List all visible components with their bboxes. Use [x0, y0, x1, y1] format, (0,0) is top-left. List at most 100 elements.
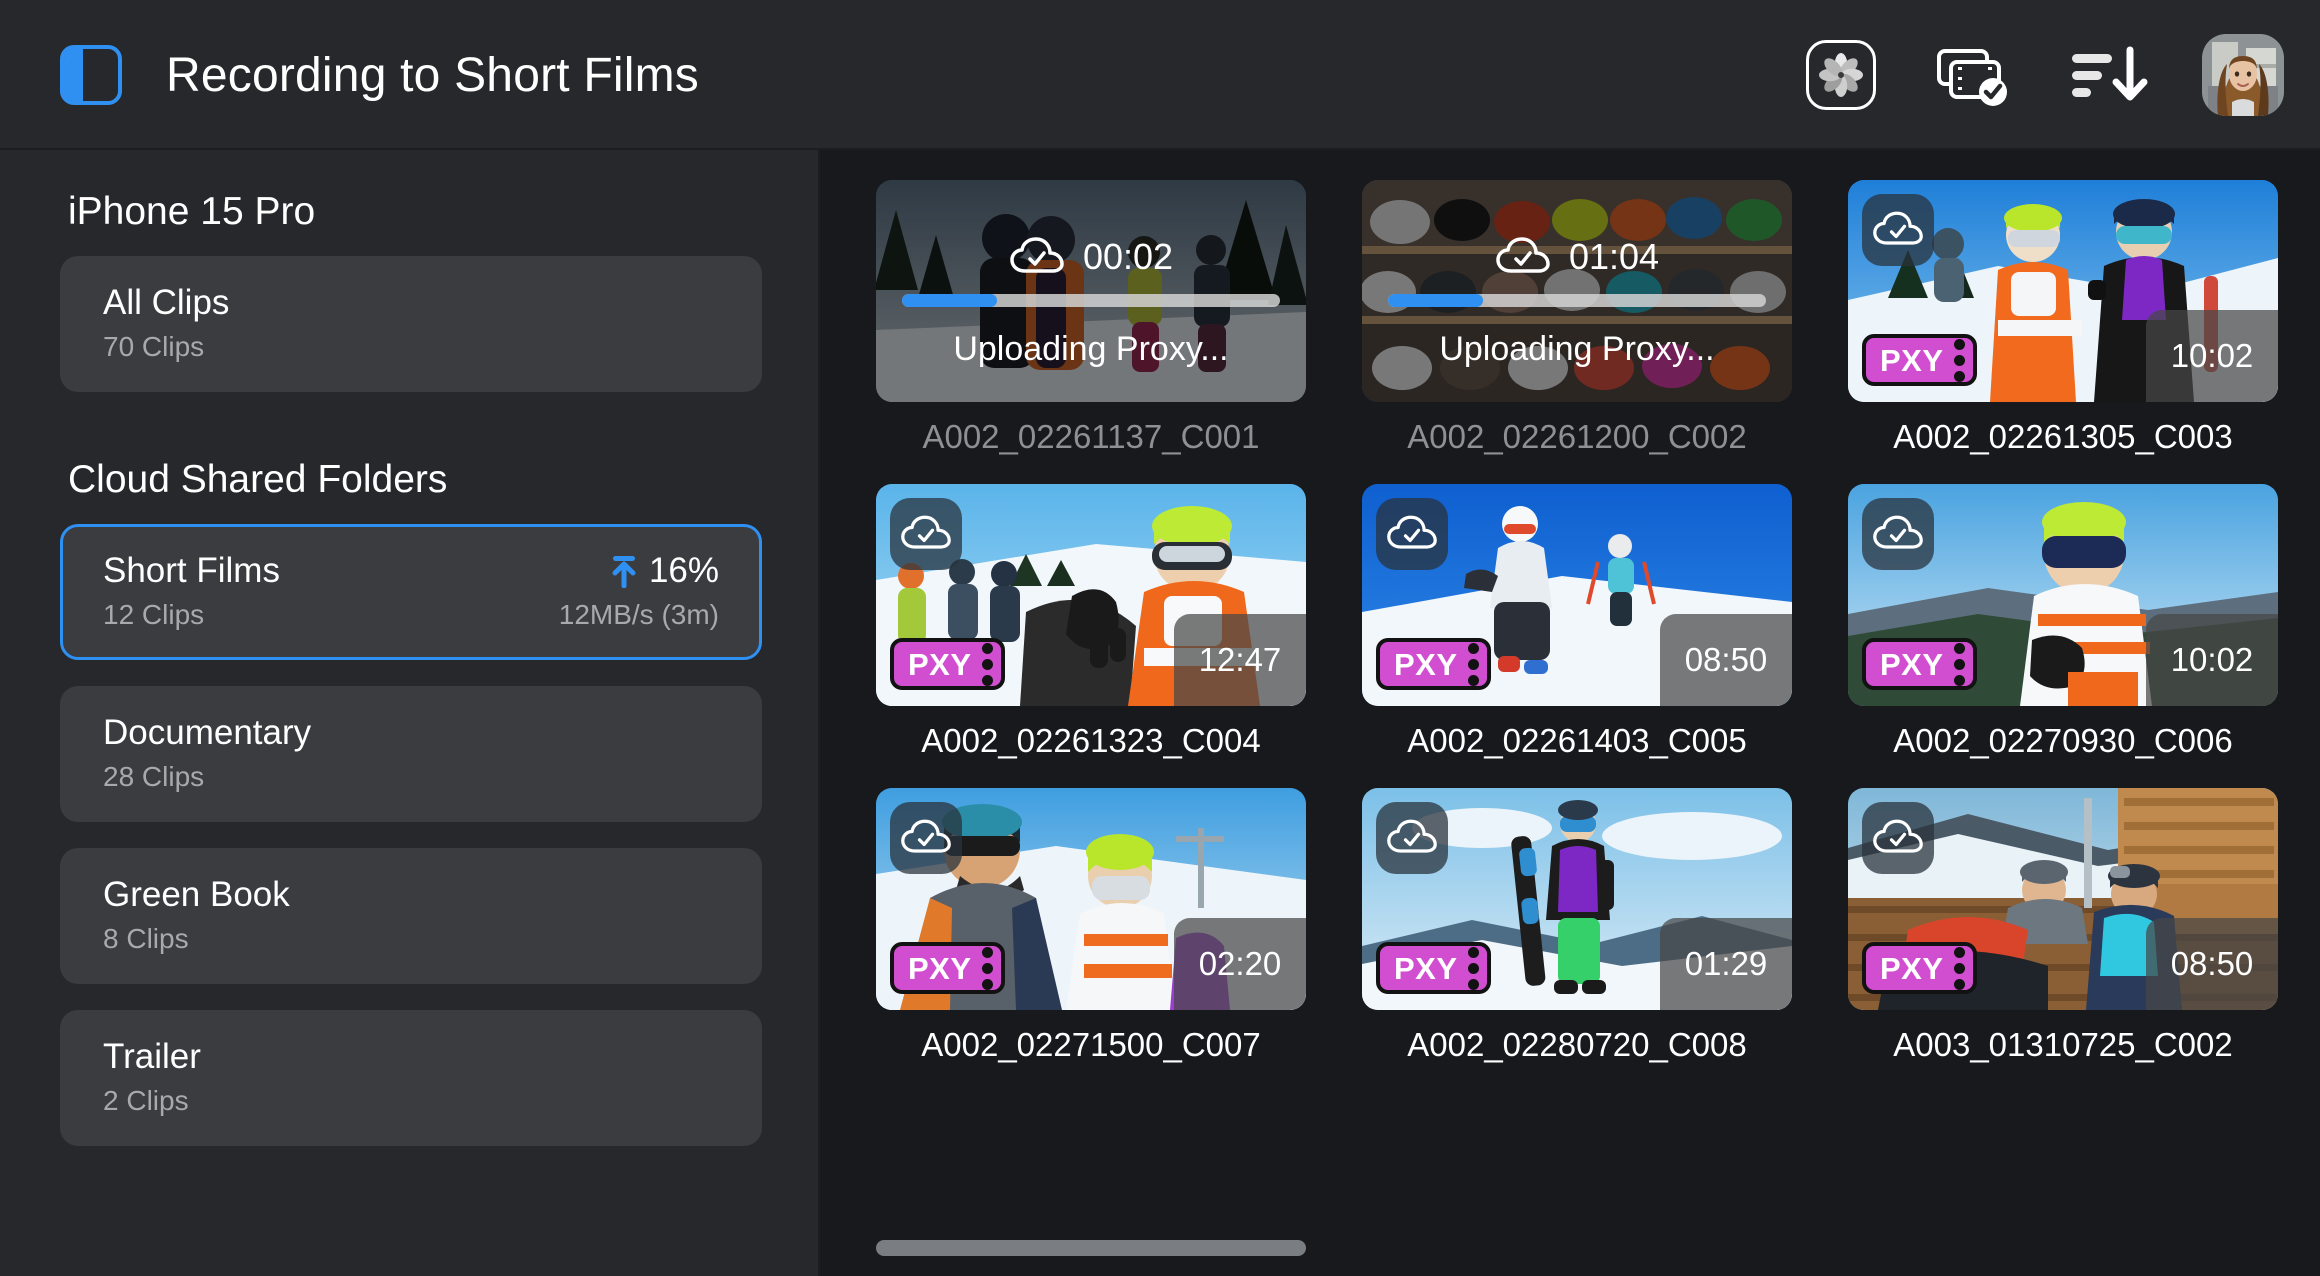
clip-filename: A002_02261403_C005 [1407, 722, 1747, 759]
sort-descending-glyph [2072, 46, 2148, 101]
clip-duration: 10:02 [2146, 310, 2278, 402]
clip-duration: 12:47 [1174, 614, 1306, 706]
header-actions [1806, 34, 2284, 116]
clip-duration: 01:04 [1568, 236, 1660, 277]
proxy-badge: PXY [1376, 638, 1491, 690]
film-perforations-icon [1467, 946, 1479, 990]
aperture-flower-glyph [1819, 53, 1863, 97]
clip-filename: A002_02261200_C002 [1407, 418, 1747, 455]
clip-thumbnail[interactable]: PXY 08:50 [1848, 788, 2278, 1010]
clip-thumbnail[interactable]: PXY 10:02 [1848, 180, 2278, 402]
short-films-sub-row: 12 Clips 12MB/s (3m) [103, 591, 719, 631]
clip-card[interactable]: PXY 10:02 A002_02261305_C003 [1848, 180, 2278, 456]
sidebar-toggle-icon[interactable] [60, 45, 122, 105]
proxy-badge-label: PXY [1880, 646, 1944, 682]
film-perforations-icon [981, 946, 993, 990]
clip-card[interactable]: PXY 02:20 A002_02271500_C007 [876, 788, 1306, 1064]
clip-thumbnail[interactable]: PXY 02:20 [876, 788, 1306, 1010]
upload-status-label: Uploading Proxy... [1439, 330, 1715, 368]
clip-thumbnail[interactable]: 00:02 Uploading Proxy... [876, 180, 1306, 402]
clip-thumbnail[interactable]: PXY 08:50 [1362, 484, 1792, 706]
film-perforations-icon [1953, 338, 1965, 382]
clip-card[interactable]: PXY 12:47 A002_02261323_C004 [876, 484, 1306, 760]
clip-grid: 00:02 Uploading Proxy... A002_02261137_C… [820, 180, 2320, 1064]
proxy-badge-label: PXY [1880, 950, 1944, 986]
sidebar-item-all-clips[interactable]: All Clips 70 Clips [60, 256, 762, 392]
proxy-badge-label: PXY [1394, 950, 1458, 986]
green-book-label: Green Book [103, 875, 290, 914]
clip-thumbnail[interactable]: 01:04 Uploading Proxy... [1362, 180, 1792, 402]
cloud-check-badge [890, 498, 962, 570]
cloud-check-icon [901, 819, 951, 853]
upload-progress-fill [1388, 294, 1483, 307]
short-films-progress: 16% [609, 551, 719, 591]
upload-progress-fill [902, 294, 997, 307]
short-films-count: 12 Clips [103, 599, 205, 630]
clip-duration: 10:02 [2146, 614, 2278, 706]
upload-progress-bar [1388, 294, 1766, 307]
green-book-count: 8 Clips [103, 923, 189, 954]
short-films-percent: 16% [648, 551, 719, 590]
upload-status-row: 00:02 [876, 236, 1306, 278]
film-perforations-icon [981, 642, 993, 686]
proxy-badge-label: PXY [908, 646, 972, 682]
app-window: Recording to Short Films iPhone 15 Pro A… [0, 0, 2320, 1276]
upload-arrow-icon [612, 556, 636, 588]
horizontal-scrollbar[interactable] [876, 1240, 2264, 1256]
cloud-check-badge [1862, 194, 1934, 266]
short-films-label: Short Films [103, 551, 280, 590]
device-title: iPhone 15 Pro [68, 190, 316, 233]
clip-card[interactable]: 00:02 Uploading Proxy... A002_02261137_C… [876, 180, 1306, 456]
clip-thumbnail[interactable]: PXY 12:47 [876, 484, 1306, 706]
avatar-photo [2202, 34, 2284, 116]
cloud-check-icon [1873, 819, 1923, 853]
clip-duration: 01:29 [1660, 918, 1792, 1010]
clips-check-icon[interactable] [1930, 39, 2014, 111]
clip-card[interactable]: PXY 01:29 A002_02280720_C008 [1362, 788, 1792, 1064]
cloud-check-icon [1387, 819, 1437, 853]
cloud-check-badge [1376, 498, 1448, 570]
clip-card[interactable]: 01:04 Uploading Proxy... A002_02261200_C… [1362, 180, 1792, 456]
upload-status-row: 01:04 [1362, 236, 1792, 278]
clip-filename: A002_02261305_C003 [1893, 418, 2233, 455]
sidebar-item-trailer[interactable]: Trailer 2 Clips [60, 1010, 762, 1146]
cloud-check-icon [901, 515, 951, 549]
trailer-row: Trailer [103, 1037, 719, 1077]
aperture-flower-icon[interactable] [1806, 40, 1876, 110]
cloud-check-badge [1862, 802, 1934, 874]
clips-check-glyph [1937, 49, 2007, 106]
cloud-check-icon [1496, 237, 1550, 273]
sidebar-toggle-pane [64, 49, 83, 101]
clip-filename: A003_01310725_C002 [1893, 1026, 2233, 1063]
proxy-badge: PXY [1862, 334, 1977, 386]
proxy-badge: PXY [1862, 942, 1977, 994]
clip-thumbnail[interactable]: PXY 10:02 [1848, 484, 2278, 706]
sidebar-item-green-book[interactable]: Green Book 8 Clips [60, 848, 762, 984]
scrollbar-thumb[interactable] [876, 1240, 1307, 1256]
clip-card[interactable]: PXY 10:02 A002_02270930_C006 [1848, 484, 2278, 760]
clip-thumbnail[interactable]: PXY 01:29 [1362, 788, 1792, 1010]
cloud-check-badge [1862, 498, 1934, 570]
documentary-row: Documentary [103, 713, 719, 753]
all-clips-row: All Clips [103, 283, 719, 323]
sidebar-item-short-films[interactable]: Short Films 16% 12 Clips 12MB/s (3m) [60, 524, 762, 660]
all-clips-label: All Clips [103, 283, 230, 322]
trailer-label: Trailer [103, 1037, 201, 1076]
clip-duration: 08:50 [1660, 614, 1792, 706]
green-book-row: Green Book [103, 875, 719, 915]
upload-status-label: Uploading Proxy... [953, 330, 1229, 368]
page-title: Recording to Short Films [166, 48, 699, 102]
sort-descending-icon[interactable] [2068, 42, 2148, 108]
clip-duration: 02:20 [1174, 918, 1306, 1010]
sidebar-item-documentary[interactable]: Documentary 28 Clips [60, 686, 762, 822]
clip-filename: A002_02261137_C001 [922, 418, 1260, 455]
clip-card[interactable]: PXY 08:50 A002_02261403_C005 [1362, 484, 1792, 760]
cloud-check-icon [1010, 237, 1064, 273]
avatar[interactable] [2202, 34, 2284, 116]
clip-filename: A002_02280720_C008 [1407, 1026, 1747, 1063]
clip-filename: A002_02271500_C007 [921, 1026, 1261, 1063]
clip-card[interactable]: PXY 08:50 A003_01310725_C002 [1848, 788, 2278, 1064]
app-header: Recording to Short Films [0, 0, 2320, 150]
clip-duration: 00:02 [1082, 236, 1174, 277]
cloud-check-icon [1387, 515, 1437, 549]
